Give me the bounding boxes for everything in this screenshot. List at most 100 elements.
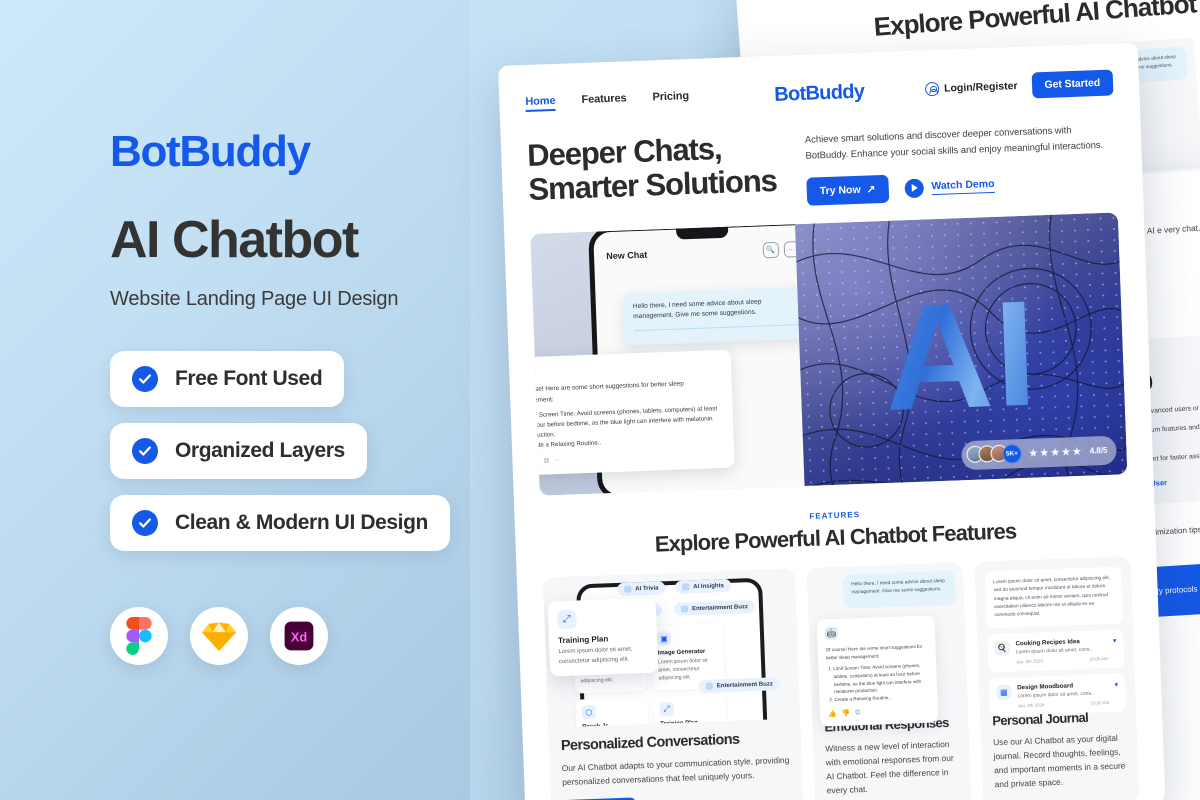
figma-icon	[110, 607, 168, 665]
star-rating-icon: ★★★★★	[1028, 446, 1083, 461]
chat-title: New Chat	[606, 249, 648, 262]
adobe-xd-icon: Xd	[270, 607, 328, 665]
entry-time: 10:00 AM	[1090, 700, 1110, 706]
feature-body-personalized: Our AI Chatbot adapts to your communicat…	[561, 754, 790, 787]
chart-icon	[682, 583, 690, 591]
copy-icon[interactable]: ⧉	[855, 709, 860, 717]
rating-value: 4.8/5	[1089, 446, 1108, 456]
badge-label: Clean & Modern UI Design	[175, 511, 428, 534]
journal-entry-row[interactable]: 🍳 Cooking Recipes Idea Lorem ipsum dolor…	[987, 629, 1125, 673]
floating-feature-card: ⤢ Training Plan Lorem ipsum dolor sit am…	[547, 597, 659, 677]
feature-visual-emotional: Hello there, I need some advice about sl…	[806, 562, 968, 727]
thumbs-down-icon[interactable]: 👎	[530, 457, 539, 465]
user-message: Hello there, I need some advice about sl…	[851, 579, 945, 596]
promo-badge-clean-modern: Clean & Modern UI Design	[110, 495, 450, 551]
badge-label: Free Font Used	[175, 367, 323, 390]
nav-links: Home Features Pricing	[525, 90, 689, 113]
chef-icon: 🍳	[994, 640, 1010, 657]
hero-paragraph: Achieve smart solutions and discover dee…	[804, 125, 1104, 162]
thumbs-down-icon[interactable]: 👎	[842, 710, 851, 718]
phone-notch	[676, 226, 729, 240]
bot-avatar-icon: 🤖	[824, 627, 839, 641]
feature-pill-ai-trivia[interactable]: AI Trivia	[617, 581, 666, 597]
feature-body-emotional: Witness a new level of interaction with …	[825, 739, 954, 796]
pill-label: AI Trivia	[635, 585, 659, 593]
arrow-up-right-icon: ↗	[866, 183, 876, 196]
nav-link-home[interactable]: Home	[525, 94, 556, 113]
more-options-icon[interactable]: ···	[554, 457, 561, 465]
float-card-body: Lorem ipsum dolor sit amet, consectetur …	[558, 646, 633, 666]
feature-title-journal: Personal Journal	[992, 710, 1089, 729]
grid-icon: ▦	[996, 684, 1012, 701]
nav-link-pricing[interactable]: Pricing	[652, 90, 689, 107]
try-now-button[interactable]: Try Now ↗	[806, 175, 889, 207]
feature-card-journal: Lorem ipsum dolor sit amet, consectetur …	[974, 556, 1140, 800]
journal-lorem-block: Lorem ipsum dolor sit amet, consectetur …	[984, 566, 1123, 629]
entry-body: Lorem ipsum dolor sit amet, cons..	[1017, 690, 1094, 700]
user-count: 5K+	[1002, 444, 1022, 465]
watch-demo-label: Watch Demo	[931, 177, 995, 195]
promo-subtitle: Website Landing Page UI Design	[110, 288, 399, 310]
bot-intro: Of course! Here are some short suggestio…	[530, 380, 684, 405]
thumbs-up-icon[interactable]: 👍	[828, 710, 837, 718]
feature-body-journal: Use our AI Chatbot as your digital journ…	[992, 732, 1126, 790]
chat-bubble-bot: 🤖 Of course! Here are some short suggest…	[816, 615, 939, 727]
float-card-title: Training Plan	[557, 634, 609, 646]
journal-lorem: Lorem ipsum dolor sit amet, consectetur …	[993, 576, 1111, 619]
promo-brand: BotBuddy	[110, 127, 311, 176]
feature-card-personalized: ⤢ Training Plan Lorem ipsum dolor sit am…	[542, 568, 805, 800]
badge-label: Organized Layers	[175, 439, 345, 462]
promo-title: AI Chatbot	[110, 211, 359, 269]
svg-text:Xd: Xd	[291, 630, 307, 645]
promo-badges: Free Font Used Organized Layers Clean & …	[110, 351, 490, 551]
user-message: Hello there, I need some advice about sl…	[632, 298, 762, 321]
feature-visual-journal: Lorem ipsum dolor sit amet, consectetur …	[974, 556, 1136, 717]
check-circle-icon	[132, 510, 158, 536]
nav-link-features[interactable]: Features	[581, 92, 627, 110]
login-register-link[interactable]: Login/Register	[924, 79, 1018, 97]
user-avatars: 5K+	[966, 444, 1022, 465]
feature-pill-entertainment-buzz-2[interactable]: Entertainment Buzz	[698, 677, 781, 694]
image-icon: ▣	[656, 631, 672, 646]
feature-title-personalized: Personalized Conversations	[560, 731, 740, 755]
entry-body: Lorem ipsum dolor sit amet, cons..	[1015, 646, 1093, 656]
cube-icon: ⬡	[581, 705, 597, 720]
bot-intro: Of course! Here are some short suggestio…	[825, 644, 923, 661]
hero-visual: New Chat 🔍 ··· Hello there, I need some …	[530, 212, 1128, 497]
main-mockup-sheet: Home Features Pricing BotBuddy Login/Reg…	[498, 42, 1166, 800]
feature-card-emotional: Hello there, I need some advice about sl…	[806, 562, 972, 800]
check-circle-icon	[132, 366, 158, 392]
entry-time: 10:00 AM	[1088, 656, 1108, 662]
chevron-down-icon[interactable]: ▾	[1113, 637, 1117, 645]
search-icon[interactable]: 🔍	[762, 242, 779, 259]
sketch-icon	[190, 607, 248, 665]
entry-date: Jan, 8th 2024	[1017, 702, 1045, 709]
check-circle-icon	[132, 438, 158, 464]
copy-icon[interactable]: ⧉	[544, 457, 549, 465]
watch-demo-link[interactable]: Watch Demo	[904, 176, 995, 198]
tile-title: Image Generator	[657, 649, 706, 657]
login-register-label: Login/Register	[943, 79, 1018, 95]
ai-artwork: AI 5K+ ★★★★★ 4.8/5	[794, 212, 1128, 487]
pill-label: Entertainment Buzz	[716, 681, 773, 690]
brand-logo[interactable]: BotBuddy	[774, 80, 865, 106]
feature-pill-ai-insights[interactable]: AI Insights	[674, 579, 732, 595]
play-icon	[904, 178, 924, 198]
feature-tile: ⬡ Reach Js Lorem ipsum dolor sit amet, c…	[575, 697, 650, 728]
feature-visual-personalized: ⤢ Training Plan Lorem ipsum dolor sit am…	[542, 568, 801, 728]
try-now-label: Try Now	[819, 184, 861, 198]
get-started-button[interactable]: Get Started	[1031, 69, 1114, 99]
pill-label: Entertainment Buzz	[691, 603, 749, 613]
entry-date: Jan, 8th 2024	[1016, 658, 1043, 665]
chat-bubble-user: Hello there, I need some advice about sl…	[842, 570, 957, 609]
hero-heading-line2: Smarter Solutions	[527, 162, 778, 208]
chat-bubble-user: Hello there, I need some advice about sl…	[622, 286, 805, 346]
chevron-down-icon[interactable]: ▾	[1114, 681, 1118, 689]
features-grid: ⤢ Training Plan Lorem ipsum dolor sit am…	[516, 539, 1165, 800]
chat-bubble-bot: 🤖 Of course! Here are some short suggest…	[530, 350, 735, 476]
rating-badge: 5K+ ★★★★★ 4.8/5	[960, 435, 1118, 471]
clock-icon	[624, 585, 632, 594]
design-tool-icons: Xd	[110, 607, 490, 665]
user-circle-icon	[924, 81, 940, 97]
pill-label: AI Insights	[693, 582, 724, 590]
